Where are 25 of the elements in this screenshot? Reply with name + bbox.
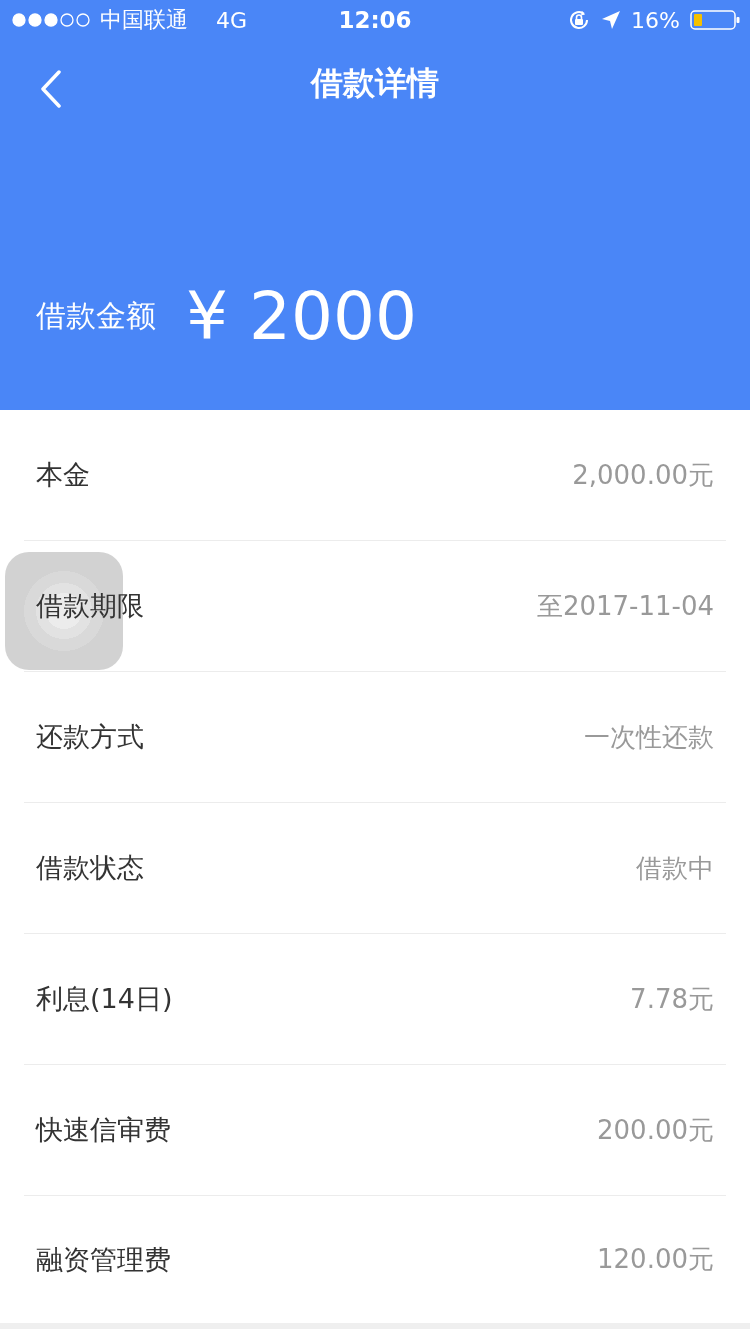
detail-value: 120.00元 xyxy=(597,1243,714,1276)
battery-percent: 16% xyxy=(631,7,680,33)
detail-label: 还款方式 xyxy=(36,720,144,754)
battery-icon xyxy=(690,9,740,31)
network-text: 4G xyxy=(216,7,248,33)
detail-label: 利息(14日) xyxy=(36,982,173,1016)
detail-value: 一次性还款 xyxy=(584,720,714,754)
detail-value: 7.78元 xyxy=(630,982,714,1016)
location-arrow-icon xyxy=(601,10,622,30)
page-title: 借款详情 xyxy=(311,63,439,104)
detail-label: 快速信审费 xyxy=(36,1113,171,1147)
detail-value: 200.00元 xyxy=(597,1113,714,1147)
amount-label: 借款金额 xyxy=(36,297,156,335)
detail-label: 借款期限 xyxy=(36,589,144,623)
detail-label: 借款状态 xyxy=(36,851,144,885)
amount-value: ¥ 2000 xyxy=(186,278,417,355)
signal-icon xyxy=(12,13,90,27)
status-time: 12:06 xyxy=(338,7,412,33)
detail-label: 融资管理费 xyxy=(36,1242,171,1277)
detail-value: 至2017-11-04 xyxy=(536,589,714,623)
back-icon xyxy=(40,70,62,108)
detail-label: 本金 xyxy=(36,458,90,492)
detail-value: 借款中 xyxy=(636,851,714,885)
carrier-text: 中国联通 xyxy=(100,6,188,34)
detail-value: 2,000.00元 xyxy=(572,458,714,492)
